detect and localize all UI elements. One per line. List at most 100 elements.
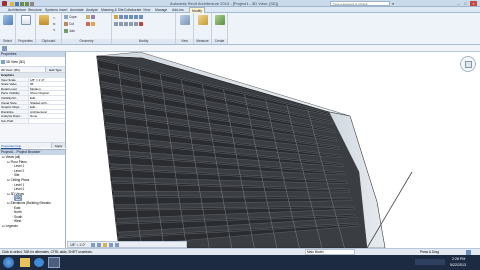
property-value[interactable]: Shaded with... [28,100,65,105]
status-text: Click to select, TAB for alternates, CTR… [2,250,93,254]
options-bar [0,45,480,52]
type-selector[interactable]: 3D View (3D) [0,57,65,67]
properties-help-link[interactable]: Properties help [0,143,51,148]
press-drag-toggle[interactable]: Press & Drag [420,250,439,254]
mirror-icon [124,15,128,20]
clock-date[interactable]: 5/22/2013 [450,263,466,267]
panel-create: Create [212,13,228,44]
properties-button[interactable] [19,15,33,25]
browser-tree-label: Elevations (Building Elevatio [10,200,51,205]
browser-tree-label: Level 1 [13,182,25,187]
quick-access-toolbar[interactable] [10,1,70,6]
viewcube[interactable] [460,56,476,72]
copy-icon[interactable]: ⧉ [53,22,55,26]
browser-tree-label: South [13,214,23,219]
browser-tree-item[interactable]: ⊟ Legends [0,224,65,229]
create-group-icon [215,15,225,25]
close-button[interactable]: × [470,1,477,6]
rotate-icon [139,15,143,20]
property-value[interactable]: Architectural [28,109,65,114]
properties-icon [21,15,31,25]
browser-tree-label: Views (all) [5,155,21,159]
cut-geometry-button[interactable]: Cut [64,22,74,27]
browser-tree-label: Floor Plans [10,159,27,164]
browser-tree-label: West [13,219,22,224]
property-key: Analysis Displ... [1,114,23,118]
property-value[interactable]: Medium [28,86,65,91]
property-key: Visibility/Gr... [1,95,19,100]
print-icon[interactable] [30,1,34,6]
visual-style-icon[interactable] [96,242,101,247]
array-icon [124,22,128,27]
property-row[interactable]: Sun Path [0,118,65,124]
measure-button[interactable] [196,15,210,25]
demolish-icon [91,22,95,27]
drawing-area[interactable] [67,51,480,249]
maximize-button[interactable]: □ [462,1,469,6]
cope-button[interactable]: Cope [64,15,77,20]
property-value[interactable]: 96 [28,82,65,86]
property-key: View Scale [1,77,16,82]
view-scale[interactable]: 1/8" = 1'-0" [68,243,86,247]
ruler-icon [198,15,208,25]
taskbar: 2:28 PM 5/22/2013 [0,255,480,270]
undo-icon[interactable] [20,1,24,6]
panel-label-modify: Modify [112,39,175,44]
detail-level-icon[interactable] [90,242,95,247]
sun-path-icon[interactable] [102,242,107,247]
panel-select: Select [0,13,16,44]
edit-type-button[interactable]: Edit Type [45,67,65,72]
property-value[interactable]: None [28,114,65,118]
crop-icon[interactable] [115,242,120,247]
apply-button[interactable]: Apply [51,143,65,148]
create-button[interactable] [213,15,227,25]
delete-icon [139,22,143,27]
align-icon [114,15,118,20]
minimize-button[interactable]: – [455,1,462,6]
explorer-icon[interactable] [20,258,30,267]
property-value[interactable] [28,118,65,123]
panel-label-measure: Measure [194,39,211,44]
shadows-icon[interactable] [109,242,114,247]
viewcube-face-icon[interactable] [465,61,472,68]
browser-tree-label: East [13,205,21,210]
save-icon[interactable] [15,1,19,6]
open-icon[interactable] [10,1,14,6]
hide-view-button[interactable] [178,15,192,25]
modify-tools-row-1[interactable] [114,15,144,20]
join-button[interactable]: Join [64,29,75,34]
split-face-icon [91,15,95,20]
view-control-bar: 1/8" = 1'-0" [67,241,187,248]
match-icon[interactable]: ✎ [53,28,56,32]
clock-time[interactable]: 2:28 PM [452,257,465,261]
property-value[interactable]: 1/8" = 1'-0" [28,77,65,82]
revit-task-icon[interactable] [48,257,60,268]
app-logo-icon[interactable] [2,1,7,6]
search-icon[interactable]: ⌕ [392,1,394,6]
property-value[interactable]: Edit... [28,105,65,109]
geometry-tools[interactable] [86,15,96,20]
instance-selector[interactable]: 3D View: {3D} [0,67,45,72]
property-key: Graphic Displ... [1,105,22,109]
browser-icon[interactable] [34,258,44,267]
property-value[interactable]: Edit... [28,95,65,100]
property-key: Discipline [1,109,14,114]
browser-tree-label: Level 2 [13,187,25,192]
start-icon[interactable] [3,257,14,268]
paste-button[interactable] [37,15,51,25]
panel-label-create: Create [212,39,227,44]
tray-icons[interactable] [415,259,445,265]
panel-label-geometry: Geometry [62,39,111,44]
search-input[interactable]: Type a keyword or phrase [330,1,390,6]
cut-icon[interactable]: ✂ [53,16,56,20]
property-value[interactable]: Show Original [28,91,65,95]
modify-tools-row-2[interactable] [114,22,144,27]
panel-label-properties: Properties [16,39,35,44]
modify-select-button[interactable] [1,15,15,25]
property-key: Scale Value [1,82,17,86]
building-3d-view[interactable] [67,51,480,249]
redo-icon[interactable] [25,1,29,6]
panel-geometry: Cope Cut Join Geometry [62,13,112,44]
modify-icon[interactable] [2,46,7,51]
geometry-tools-2[interactable] [86,22,96,27]
